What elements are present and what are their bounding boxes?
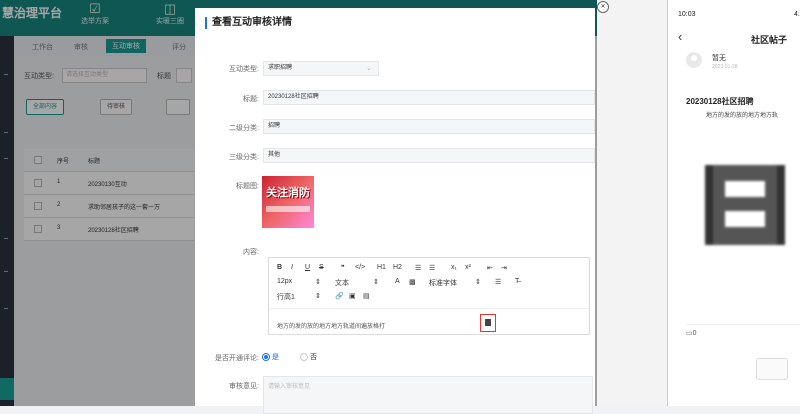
comments-label: 是否开通评论: [215, 355, 259, 362]
quote-button[interactable]: ❞ [341, 264, 345, 272]
font-size-select[interactable]: 12px [277, 278, 292, 285]
comment-count-value: 0 [692, 330, 697, 337]
close-icon[interactable]: ✕ [597, 1, 609, 13]
title-image-text: 关注消防 [266, 187, 310, 199]
user-name: 暂无 [712, 55, 726, 62]
title-label: 标题: [243, 96, 259, 103]
radio-unchecked-icon [300, 353, 308, 362]
outdent-button[interactable]: ⇤ [487, 264, 493, 272]
comments-yes-radio[interactable]: 是 [262, 352, 279, 362]
editor-toolbar-row3: 行高1 ⇕ 🔗 ▣ ▤ [269, 290, 589, 303]
comments-no-radio[interactable]: 否 [300, 352, 317, 362]
post-title: 20230128社区招聘 [686, 97, 754, 106]
italic-button[interactable]: I [291, 264, 293, 271]
radio-checked-icon [262, 353, 270, 362]
underline-button[interactable]: U [305, 264, 310, 271]
avatar [686, 52, 702, 68]
status-time: 10:03 [678, 11, 696, 18]
font-color-icon[interactable]: A [395, 278, 400, 285]
content-label: 内容: [243, 249, 259, 256]
title-field[interactable]: 20230128社区招聘 [263, 90, 595, 105]
h1-button[interactable]: H1 [377, 264, 386, 271]
bullet-list-button[interactable]: ☰ [429, 264, 435, 272]
post-body: 地方的发的放的地方地方轨 [706, 113, 779, 119]
h2-button[interactable]: H2 [393, 264, 402, 271]
line-height-select[interactable]: 行高1 [277, 292, 295, 302]
chevron-down-icon: ⇕ [315, 279, 321, 286]
type-label: 互动类型: [229, 66, 259, 73]
user-date: 2023-01-28 [712, 64, 738, 70]
comment-icon: ▭ [686, 330, 693, 337]
editor-content[interactable]: 地方的发的放的地方地方轨道间遍放格打 [269, 308, 589, 335]
category2-field[interactable]: 招聘 [263, 119, 595, 134]
rich-text-editor[interactable]: B I U S ❞ </> H1 H2 ☰ ☰ x₁ x² ⇤ ⇥ 12px ⇕… [268, 257, 590, 335]
embedded-video-icon[interactable] [480, 314, 496, 332]
superscript-button[interactable]: x² [465, 264, 471, 271]
chevron-down-icon: ⌄ [366, 65, 372, 72]
chevron-down-icon: ⇕ [315, 293, 321, 300]
align-icon[interactable]: ☰ [495, 278, 501, 286]
video-icon[interactable] [705, 165, 785, 245]
phone-page-title: 社区帖子 [751, 35, 788, 45]
modal-title: 查看互动审核详情 [205, 17, 292, 29]
phone-preview: 10:03 4. ‹ 社区帖子 暂无 2023-01-28 20230128社区… [668, 0, 800, 406]
review-detail-modal: 查看互动审核详情 互动类型: 求职招聘 ⌄ 标题: 20230128社区招聘 二… [195, 8, 595, 414]
subscript-button[interactable]: x₁ [451, 264, 457, 271]
editor-text: 地方的发的放的地方地方轨道间遍放格打 [277, 324, 386, 330]
back-icon[interactable]: ‹ [678, 29, 682, 44]
review-textarea[interactable]: 请输入审核意见 [263, 376, 593, 414]
chevron-down-icon: ⇕ [373, 279, 379, 286]
link-icon[interactable]: 🔗 [335, 292, 344, 300]
editor-toolbar-row2: 12px ⇕ 文本 ⇕ A ▩ 标准字体 ⇕ ☰ T̶ [269, 276, 589, 289]
category2-label: 二级分类: [229, 125, 259, 132]
background-color-icon[interactable]: ▩ [409, 278, 416, 286]
strike-button[interactable]: S [319, 264, 324, 271]
image-icon[interactable]: ▣ [349, 292, 356, 300]
indent-button[interactable]: ⇥ [501, 264, 507, 272]
bold-button[interactable]: B [277, 264, 282, 271]
editor-toolbar-row1: B I U S ❞ </> H1 H2 ☰ ☰ x₁ x² ⇤ ⇥ [269, 262, 589, 275]
font-family-select[interactable]: 标准字体 [429, 278, 457, 288]
status-right: 4. [794, 11, 800, 18]
category3-field[interactable]: 其他 [263, 148, 595, 163]
type-select[interactable]: 求职招聘 ⌄ [263, 61, 379, 76]
comments-no-label: 否 [309, 354, 317, 361]
empty-state-icon [756, 358, 788, 380]
title-image[interactable]: 关注消防 [262, 176, 314, 228]
code-button[interactable]: </> [355, 264, 365, 271]
title-image-label: 标题图: [236, 183, 259, 190]
clear-format-icon[interactable]: T̶ [515, 278, 519, 285]
video-icon[interactable]: ▤ [363, 292, 370, 300]
font-type-select[interactable]: 文本 [335, 278, 349, 288]
ordered-list-button[interactable]: ☰ [415, 264, 421, 272]
chevron-down-icon: ⇕ [475, 279, 481, 286]
review-label: 审核意见: [229, 383, 259, 390]
comment-count[interactable]: ▭0 [686, 329, 697, 337]
category3-label: 三级分类: [229, 154, 259, 161]
comments-yes-label: 是 [271, 354, 279, 361]
type-value: 求职招聘 [268, 65, 293, 71]
